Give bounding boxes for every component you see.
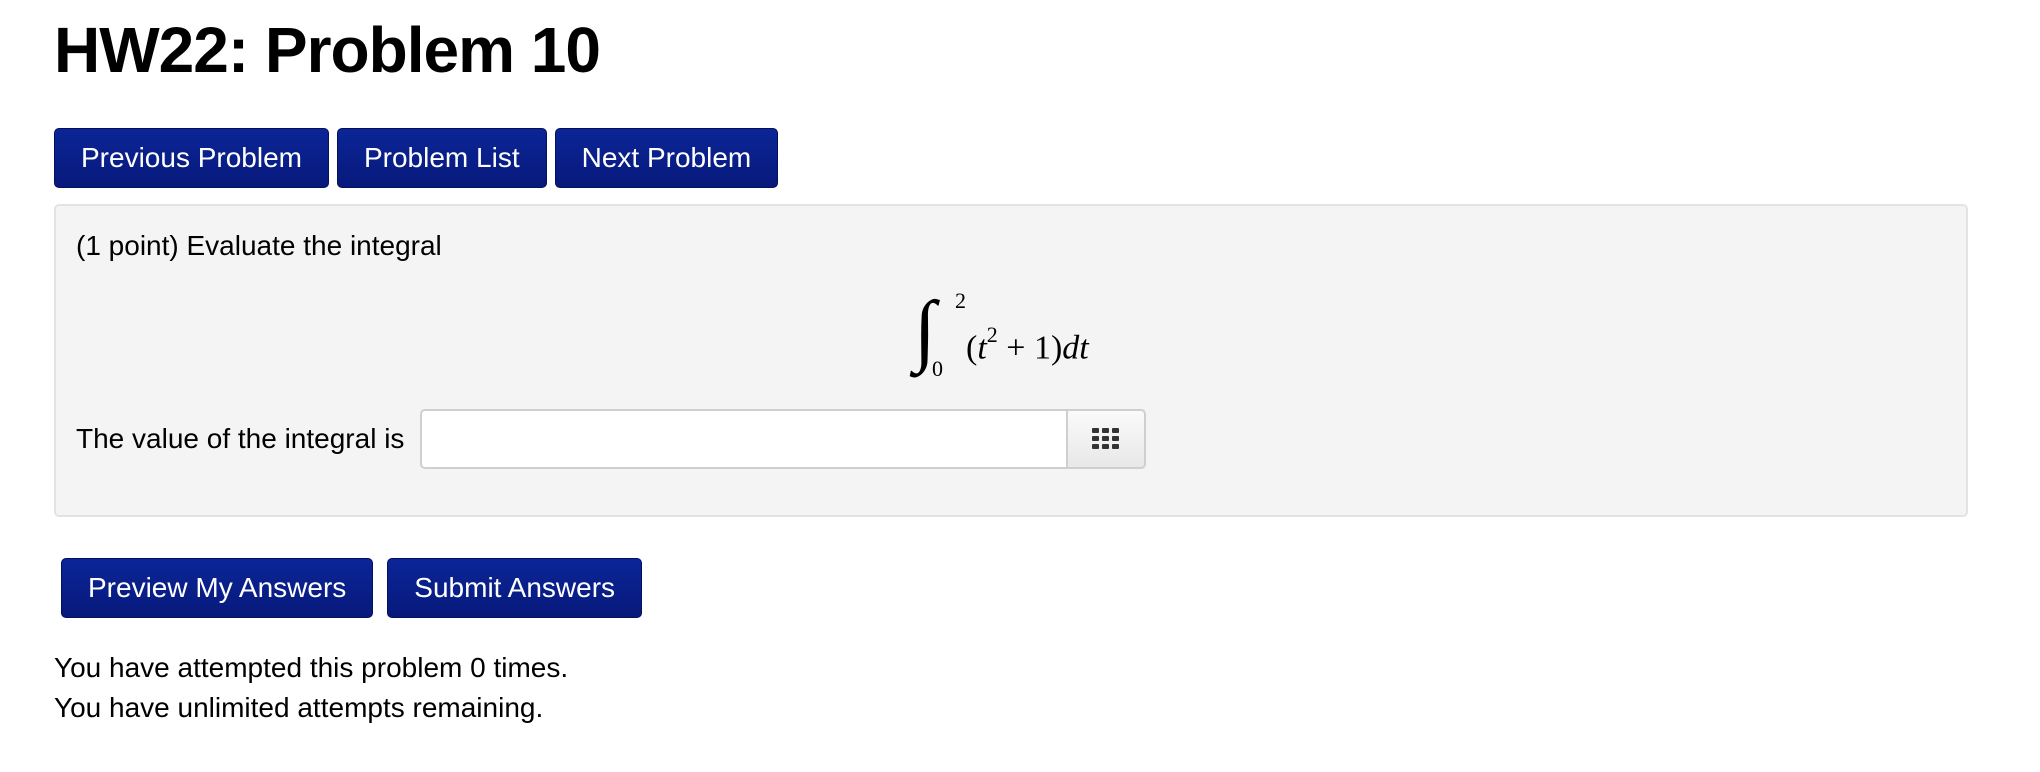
integral-lower-limit: 0 [932,356,943,381]
attempts-remaining-text: You have unlimited attempts remaining. [54,692,544,723]
integral-expression: ∫ 2 0 (t2 + 1)dt [914,286,1174,388]
problem-panel: (1 point) Evaluate the integral ∫ 2 0 (t… [54,204,1968,517]
next-problem-button[interactable]: Next Problem [554,128,779,188]
page-title: HW22: Problem 10 [54,14,601,86]
integrand-variable: t [977,329,987,367]
problem-statement: (1 point) Evaluate the integral [76,230,442,261]
answer-actions: Preview My Answers Submit Answers [61,558,643,618]
submit-answers-button[interactable]: Submit Answers [387,558,643,618]
answer-label: The value of the integral is [76,423,405,454]
integrand-open-paren: ( [966,329,978,367]
equation-editor-button[interactable] [1066,409,1147,469]
integrand: (t2 + 1)dt [966,317,1089,370]
preview-answers-button[interactable]: Preview My Answers [61,558,374,618]
integrand-rest: + 1) [997,329,1063,367]
integral-upper-limit: 2 [955,288,966,313]
attempts-count-text: You have attempted this problem 0 times. [54,652,569,683]
integral-differential: dt [1062,329,1089,367]
problem-page: HW22: Problem 10 Previous Problem Proble… [0,0,2040,772]
problem-list-button[interactable]: Problem List [336,128,547,188]
attempts-status: You have attempted this problem 0 times.… [54,648,568,728]
problem-navigation: Previous Problem Problem List Next Probl… [54,128,779,188]
answer-input[interactable] [420,409,1067,469]
previous-problem-button[interactable]: Previous Problem [54,128,329,188]
integrand-exponent: 2 [986,322,998,347]
keypad-grid-icon [1092,428,1120,449]
answer-row: The value of the integral is [76,409,1147,469]
